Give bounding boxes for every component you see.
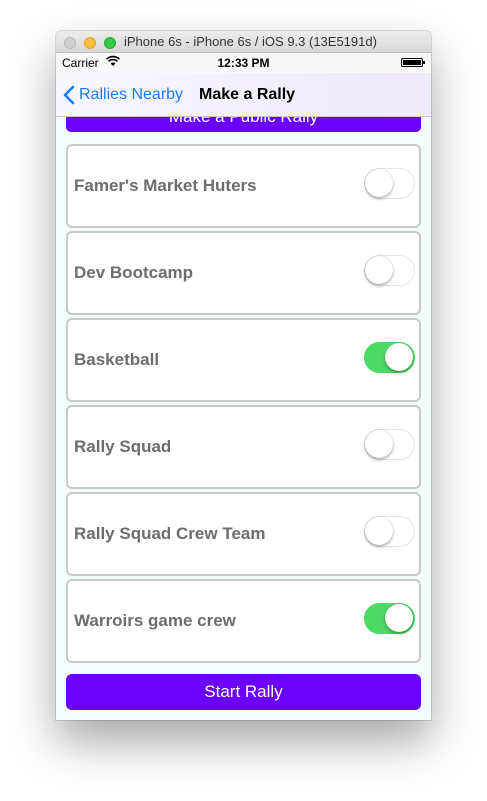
rally-name: Dev Bootcamp [74, 263, 194, 282]
rally-row: Dev Bootcamp [66, 231, 421, 315]
minimize-window-button[interactable] [84, 37, 96, 49]
toggle-knob [385, 604, 413, 632]
rally-name: Basketball [74, 350, 160, 369]
rally-toggle[interactable] [364, 516, 415, 547]
zoom-window-button[interactable] [104, 37, 116, 49]
rally-toggle[interactable] [364, 429, 415, 460]
rally-row: Warroirs game crew [66, 579, 421, 663]
navigation-bar: Rallies Nearby Make a Rally [56, 73, 431, 117]
rally-name: Rally Squad [74, 437, 172, 456]
simulator-window: iPhone 6s - iPhone 6s / iOS 9.3 (13E5191… [56, 31, 431, 720]
make-public-rally-button[interactable]: Make a Public Rally [66, 117, 421, 132]
toggle-knob [365, 256, 393, 284]
desktop: iPhone 6s - iPhone 6s / iOS 9.3 (13E5191… [0, 0, 487, 801]
window-titlebar: iPhone 6s - iPhone 6s / iOS 9.3 (13E5191… [56, 31, 431, 53]
rally-name: Rally Squad Crew Team [74, 524, 266, 543]
close-window-button[interactable] [64, 37, 76, 49]
battery-icon [401, 58, 425, 67]
toggle-knob [365, 517, 393, 545]
toggle-knob [365, 430, 393, 458]
status-time: 12:33 PM [217, 56, 270, 70]
rally-toggle[interactable] [364, 168, 415, 199]
rally-toggle[interactable] [364, 603, 415, 634]
window-title: iPhone 6s - iPhone 6s / iOS 9.3 (13E5191… [124, 34, 377, 49]
rally-toggle[interactable] [364, 342, 415, 373]
status-bar: Carrier 12:33 PM [56, 53, 431, 73]
rally-row: Rally Squad [66, 405, 421, 489]
back-button-label: Rallies Nearby [79, 86, 184, 103]
phone-screen: Carrier 12:33 PM Rallies Nearby Make a R… [56, 53, 431, 720]
rally-name: Warroirs game crew [74, 611, 236, 630]
rally-row: Rally Squad Crew Team [66, 492, 421, 576]
rally-list-content[interactable]: Make a Public Rally Famer's Market Huter… [56, 117, 431, 720]
chevron-left-icon [63, 85, 75, 105]
start-rally-button[interactable]: Start Rally [66, 674, 421, 710]
rally-name: Famer's Market Huters [74, 176, 257, 195]
rally-row: Famer's Market Huters [66, 144, 421, 228]
toggle-knob [365, 169, 393, 197]
back-button[interactable]: Rallies Nearby [63, 85, 183, 105]
rally-toggle[interactable] [364, 255, 415, 286]
toggle-knob [385, 343, 413, 371]
page-title: Make a Rally [199, 86, 296, 103]
rally-row: Basketball [66, 318, 421, 402]
